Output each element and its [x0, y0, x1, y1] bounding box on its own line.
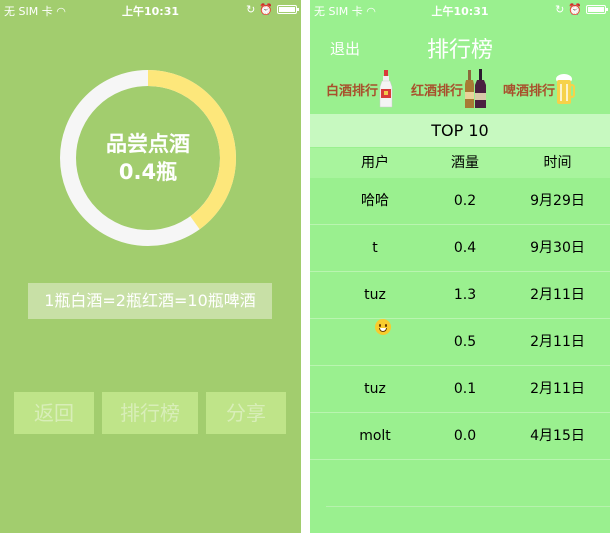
ring-title: 品尝点酒 [106, 132, 190, 156]
cell-amount: 0.5 [453, 334, 477, 350]
table-row: 0.5 2月11日 [310, 319, 610, 366]
drink-result-screen: 无 SIM 卡 ◠ 上午10:31 ↻ ⏰ 品尝点酒 0.4瓶 1瓶白酒=2瓶红… [0, 0, 301, 533]
back-button[interactable]: 返回 [14, 392, 94, 434]
column-time: 时间 [543, 155, 572, 171]
top10-header: TOP 10 [310, 114, 610, 147]
cell-time: 9月29日 [530, 193, 585, 209]
cell-amount: 0.1 [453, 381, 477, 397]
column-amount: 酒量 [451, 155, 479, 171]
share-button[interactable]: 分享 [206, 392, 286, 434]
table-header: 用户 酒量 时间 [310, 148, 610, 178]
baijiu-bottle-icon [379, 70, 393, 108]
cell-amount: 0.4 [453, 240, 477, 256]
page-title: 排行榜 [426, 38, 493, 63]
table-row: tuz 1.3 2月11日 [310, 272, 610, 319]
battery-icon [277, 5, 299, 14]
battery-icon [586, 5, 608, 14]
tab-hongjiu-ranking[interactable]: 红酒排行 [411, 68, 489, 110]
wine-bottles-icon [465, 69, 487, 108]
ring-value: 0.4瓶 [118, 160, 178, 184]
cell-time: 2月11日 [530, 334, 585, 350]
grinning-face-icon [375, 319, 391, 335]
cell-user: molt [359, 428, 391, 444]
cell-time: 4月15日 [530, 428, 585, 444]
rotation-lock-icon: ↻ [246, 3, 256, 16]
table-row: t 0.4 9月30日 [310, 225, 610, 272]
table-row: tuz 0.1 2月11日 [310, 366, 610, 413]
cell-time: 9月30日 [530, 240, 585, 256]
rotation-lock-icon: ↻ [555, 3, 565, 16]
ranking-screen: 无 SIM 卡 ◠ 上午10:31 ↻ ⏰ 退出 排行榜 白酒排行 红酒排行 啤… [310, 0, 610, 533]
divider [326, 506, 610, 507]
tab-baijiu-ranking[interactable]: 白酒排行 [326, 68, 394, 110]
status-bar: 无 SIM 卡 ◠ 上午10:31 ↻ ⏰ [310, 0, 610, 20]
cell-amount: 1.3 [453, 287, 477, 303]
beer-mug-icon [556, 74, 576, 104]
column-user: 用户 [361, 155, 389, 171]
tab-label: 红酒排行 [411, 83, 464, 99]
cell-user: tuz [364, 287, 386, 303]
cell-user: tuz [364, 381, 386, 397]
alarm-icon: ⏰ [568, 3, 582, 16]
cell-amount: 0.0 [453, 428, 477, 444]
table-row: molt 0.0 4月15日 [310, 413, 610, 460]
cell-user: t [372, 240, 378, 256]
tab-pijiu-ranking[interactable]: 啤酒排行 [503, 68, 576, 110]
cell-user: 哈哈 [361, 193, 389, 209]
status-bar: 无 SIM 卡 ◠ 上午10:31 ↻ ⏰ [0, 0, 301, 20]
cell-amount: 0.2 [453, 193, 477, 209]
tab-label: 白酒排行 [326, 83, 379, 99]
tab-label: 啤酒排行 [503, 83, 556, 99]
alarm-icon: ⏰ [259, 3, 273, 16]
table-row: 哈哈 0.2 9月29日 [310, 178, 610, 225]
conversion-text: 1瓶白酒=2瓶红酒=10瓶啤酒 [28, 283, 272, 319]
cell-time: 2月11日 [530, 381, 585, 397]
ranking-button[interactable]: 排行榜 [102, 392, 198, 434]
cell-time: 2月11日 [530, 287, 585, 303]
